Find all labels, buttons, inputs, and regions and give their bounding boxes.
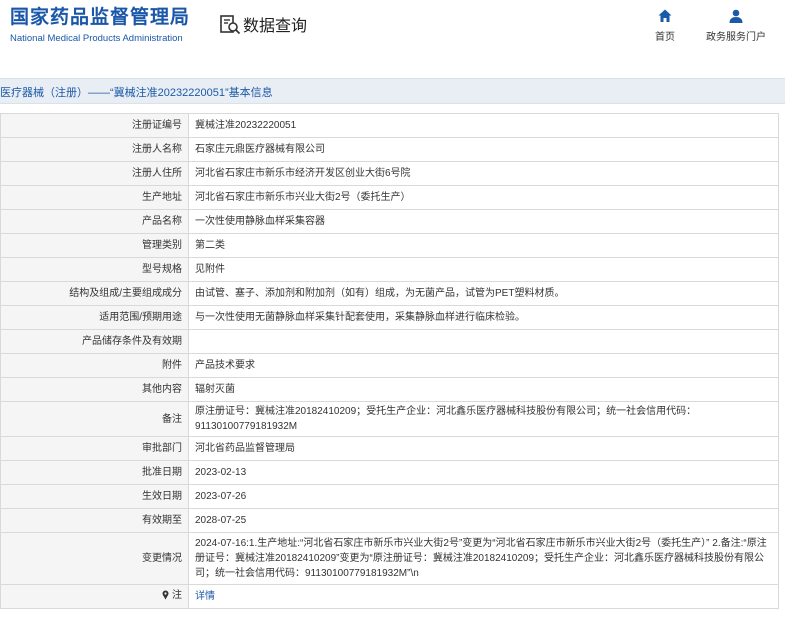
site-logo[interactable]: 国家药品监督管理局 National Medical Products Admi… [10,6,190,45]
user-icon [729,9,743,23]
field-label: 产品名称 [0,209,189,234]
table-row: 管理类别 第二类 [0,233,779,258]
table-row: 型号规格 见附件 [0,257,779,282]
table-row: 生产地址 河北省石家庄市新乐市兴业大街2号（委托生产） [0,185,779,210]
field-value: 第二类 [188,233,779,258]
field-value: 2028-07-25 [188,508,779,533]
field-label: 审批部门 [0,436,189,461]
field-label: 其他内容 [0,377,189,402]
logo-english-name: National Medical Products Administration [10,33,183,44]
field-label: 产品储存条件及有效期 [0,329,189,354]
table-row: 结构及组成/主要组成成分 由试管、塞子、添加剂和附加剂（如有）组成，为无菌产品，… [0,281,779,306]
details-link[interactable]: 详情 [195,591,215,602]
field-value: 由试管、塞子、添加剂和附加剂（如有）组成，为无菌产品，试管为PET塑料材质。 [188,281,779,306]
table-row: 其他内容 辐射灭菌 [0,377,779,402]
field-label: 管理类别 [0,233,189,258]
home-icon [658,9,672,22]
field-label: 注 [0,584,189,609]
field-label: 变更情况 [0,532,189,585]
table-row: 生效日期 2023-07-26 [0,484,779,509]
table-row: 产品储存条件及有效期 [0,329,779,354]
field-value: 2024-07-16:1.生产地址:“河北省石家庄市新乐市兴业大街2号”变更为“… [188,532,779,585]
field-label: 附件 [0,353,189,378]
table-row: 备注 原注册证号：冀械注准20182410209；受托生产企业：河北鑫乐医疗器械… [0,401,779,437]
table-row: 注 详情 [0,584,779,609]
field-value: 河北省药品监督管理局 [188,436,779,461]
table-row: 注册人住所 河北省石家庄市新乐市经济开发区创业大街6号院 [0,161,779,186]
table-row: 有效期至 2028-07-25 [0,508,779,533]
nav-home-link[interactable]: 首页 [650,8,680,43]
field-label: 备注 [0,401,189,437]
field-value: 2023-02-13 [188,460,779,485]
field-label: 适用范围/预期用途 [0,305,189,330]
nav-gov-service-link[interactable]: 政务服务门户 [703,8,769,43]
nav-gov-service-label: 政务服务门户 [706,32,766,43]
field-value: 辐射灭菌 [188,377,779,402]
field-label: 结构及组成/主要组成成分 [0,281,189,306]
field-value: 产品技术要求 [188,353,779,378]
field-value: 冀械注准20232220051 [188,113,779,138]
table-row: 产品名称 一次性使用静脉血样采集容器 [0,209,779,234]
field-label: 生产地址 [0,185,189,210]
registration-detail-table: 注册证编号 冀械注准20232220051 注册人名称 石家庄元鼎医疗器械有限公… [0,113,779,609]
record-title-bar: 医疗器械（注册）——“冀械注准20232220051”基本信息 [0,78,785,104]
field-value: 与一次性使用无菌静脉血样采集针配套使用，采集静脉血样进行临床检验。 [188,305,779,330]
table-row: 注册证编号 冀械注准20232220051 [0,113,779,138]
field-label: 有效期至 [0,508,189,533]
field-label: 批准日期 [0,460,189,485]
field-label: 注册人名称 [0,137,189,162]
field-label: 注册证编号 [0,113,189,138]
record-title: 医疗器械（注册）——“冀械注准20232220051”基本信息 [0,87,273,99]
table-row: 附件 产品技术要求 [0,353,779,378]
table-row: 变更情况 2024-07-16:1.生产地址:“河北省石家庄市新乐市兴业大街2号… [0,532,779,585]
logo-chinese-name: 国家药品监督管理局 [10,7,191,28]
field-value: 河北省石家庄市新乐市经济开发区创业大街6号院 [188,161,779,186]
field-value: 一次性使用静脉血样采集容器 [188,209,779,234]
table-row: 适用范围/预期用途 与一次性使用无菌静脉血样采集针配套使用，采集静脉血样进行临床… [0,305,779,330]
document-search-icon [220,15,241,35]
field-value: 河北省石家庄市新乐市兴业大街2号（委托生产） [188,185,779,210]
field-value: 石家庄元鼎医疗器械有限公司 [188,137,779,162]
table-row: 审批部门 河北省药品监督管理局 [0,436,779,461]
data-query-link[interactable]: 数据查询 [219,12,307,36]
field-label: 注册人住所 [0,161,189,186]
field-value: 2023-07-26 [188,484,779,509]
field-value: 原注册证号：冀械注准20182410209；受托生产企业：河北鑫乐医疗器械科技股… [188,401,779,437]
field-value: 详情 [188,584,779,609]
note-label: 注 [172,589,182,601]
site-header: 国家药品监督管理局 National Medical Products Admi… [0,0,785,64]
field-value: 见附件 [188,257,779,282]
table-row: 批准日期 2023-02-13 [0,460,779,485]
nav-home-label: 首页 [655,32,675,43]
pin-icon [162,590,169,600]
data-query-label: 数据查询 [243,18,308,35]
field-value [188,329,779,354]
field-label: 型号规格 [0,257,189,282]
field-label: 生效日期 [0,484,189,509]
table-row: 注册人名称 石家庄元鼎医疗器械有限公司 [0,137,779,162]
